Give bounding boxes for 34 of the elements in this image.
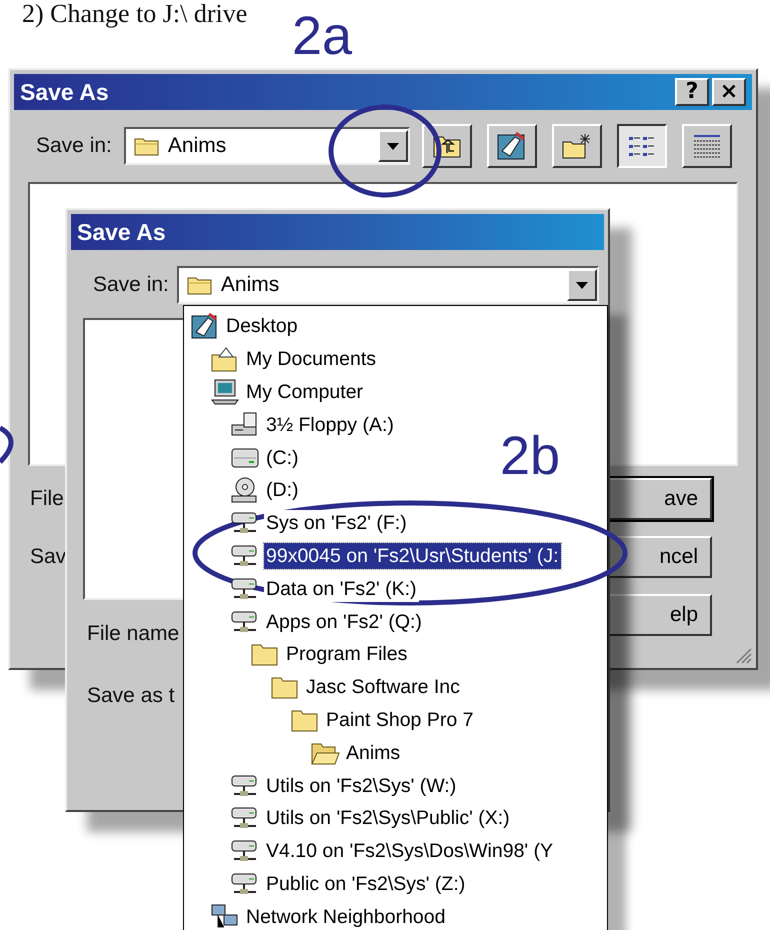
dropdown-arrow-button[interactable]: [566, 269, 597, 301]
details-view-icon: [692, 133, 722, 159]
file-name-label: File name: [87, 622, 180, 646]
save-in-dropdown[interactable]: Anims: [176, 266, 599, 304]
details-view-button[interactable]: [682, 124, 732, 168]
caret-icon: [386, 142, 399, 150]
save-as-type-label: Sav: [30, 545, 66, 569]
help-button[interactable]: ?: [675, 78, 709, 106]
save-in-label: Save in:: [36, 134, 112, 158]
new-folder-button[interactable]: [552, 124, 602, 168]
desktop-button[interactable]: [486, 124, 537, 168]
new-folder-icon: [560, 132, 593, 160]
step-label: 2b: [500, 428, 560, 484]
save-in-value: Anims: [168, 134, 226, 158]
annotation-arc: [0, 426, 14, 464]
computer-icon: [210, 378, 240, 406]
desktop-icon: [190, 312, 220, 340]
save-as-type-label: Save as t: [87, 684, 175, 708]
file-name-label: File: [30, 487, 64, 511]
resize-grip-icon: [734, 646, 752, 664]
close-button[interactable]: ×: [712, 78, 746, 106]
dialog-title: Save As: [20, 78, 109, 106]
list-view-icon: [626, 134, 657, 158]
save-in-label: Save in:: [93, 273, 169, 297]
step-label: 2a: [292, 8, 352, 64]
dialog-title: Save As: [77, 218, 166, 246]
caret-icon: [576, 282, 588, 288]
save-in-value: Anims: [220, 273, 280, 297]
folder-list-item[interactable]: 99x0045 on 'Fs2\Usr\Students' (J:: [264, 542, 561, 569]
dropdown-arrow-button[interactable]: [378, 130, 408, 162]
save-in-dropdown[interactable]: Anims: [124, 127, 410, 165]
list-view-button[interactable]: [616, 124, 667, 168]
instruction-heading: 2) Change to J:\ drive: [22, 0, 248, 28]
desktop-pencil-icon: [496, 131, 528, 161]
